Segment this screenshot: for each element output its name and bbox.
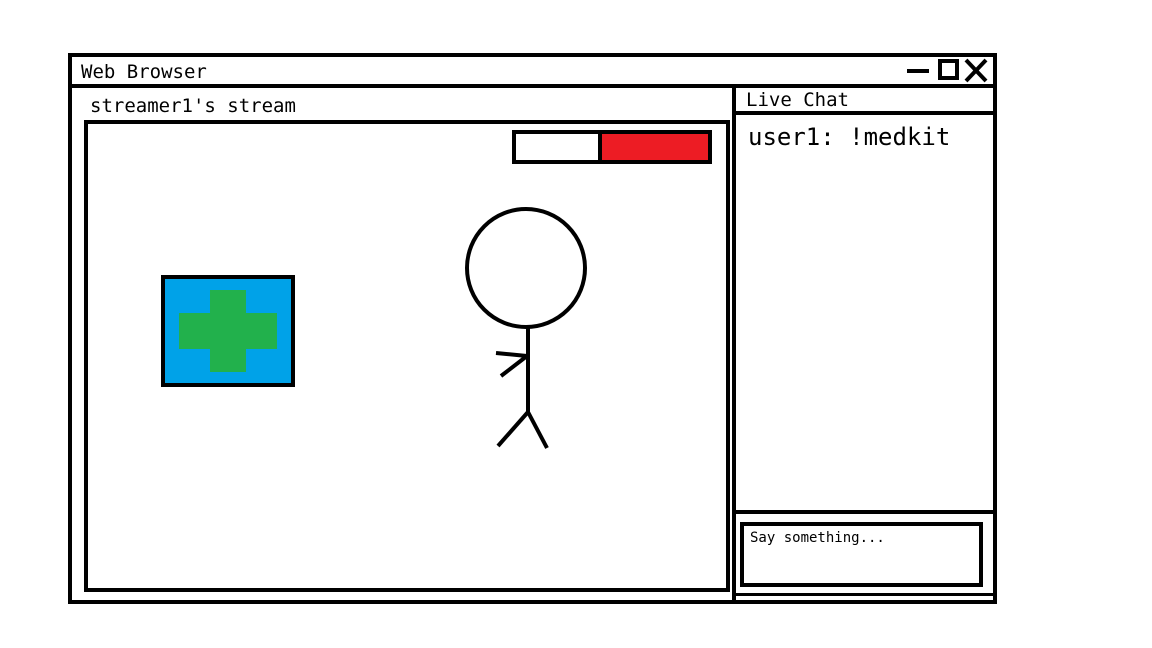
maximize-button[interactable]	[935, 57, 961, 84]
close-icon	[964, 58, 988, 83]
medkit-icon[interactable]	[161, 275, 295, 387]
browser-window: Web Browser streamer1's stream Live Chat…	[68, 53, 997, 604]
maximize-icon	[938, 59, 959, 80]
minimize-button[interactable]	[905, 57, 931, 84]
minimize-icon	[907, 69, 929, 73]
stream-video[interactable]	[84, 120, 730, 592]
stream-pane: streamer1's stream	[72, 88, 736, 600]
chat-message: user1: !medkit	[748, 123, 951, 151]
chat-divider	[736, 510, 993, 514]
title-bar[interactable]: Web Browser	[72, 57, 993, 88]
chat-header: Live Chat	[736, 88, 993, 115]
chat-pane: Live Chat user1: !medkit Say something..…	[736, 88, 993, 600]
window-title: Web Browser	[81, 61, 207, 83]
stick-figure	[465, 207, 587, 449]
chat-bottom-border	[736, 593, 993, 596]
medkit-cross	[179, 290, 277, 372]
health-bar-divider	[598, 134, 602, 160]
chat-header-label: Live Chat	[746, 89, 849, 111]
chat-messages[interactable]: user1: !medkit	[736, 115, 993, 510]
health-bar-fill	[602, 134, 708, 160]
stream-title: streamer1's stream	[90, 95, 296, 117]
chat-input[interactable]: Say something...	[740, 522, 983, 587]
close-button[interactable]	[963, 57, 989, 84]
chat-input-placeholder: Say something...	[750, 530, 885, 546]
health-bar	[512, 130, 712, 164]
